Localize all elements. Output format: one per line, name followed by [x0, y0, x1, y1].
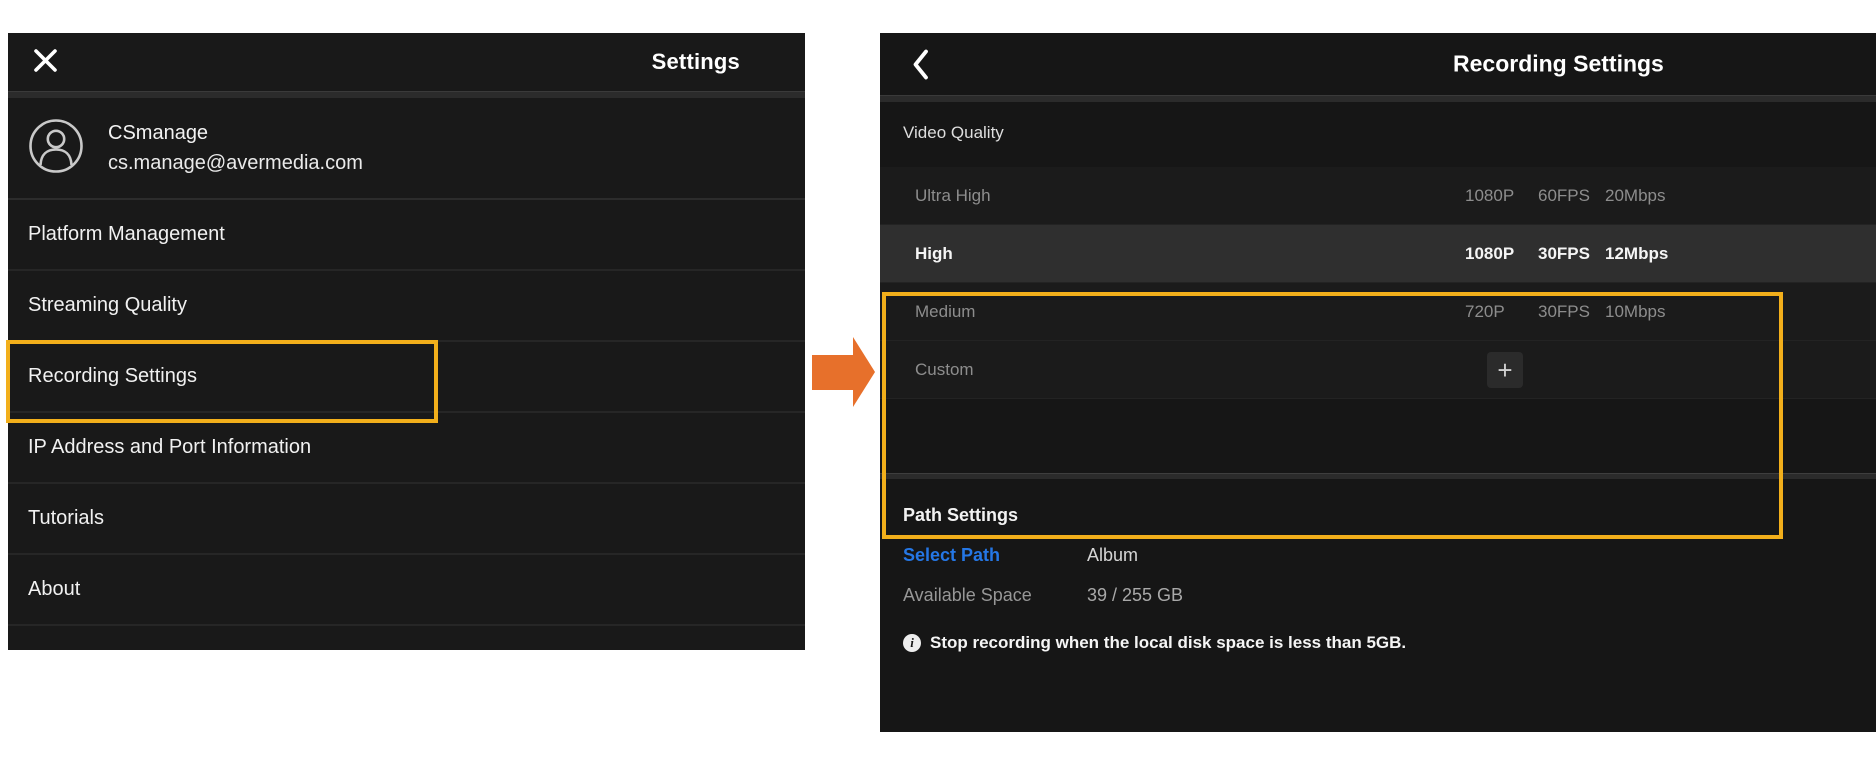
quality-label: Custom: [880, 360, 974, 380]
settings-panel: Settings CSmanage cs.manage@avermedia.co…: [8, 33, 805, 650]
page: Settings CSmanage cs.manage@avermedia.co…: [0, 0, 1876, 765]
profile-text: CSmanage cs.manage@avermedia.com: [108, 122, 363, 175]
divider: [880, 473, 1876, 479]
quality-resolution: 1080P: [1465, 186, 1538, 206]
available-space-value: 39 / 255 GB: [1087, 585, 1183, 606]
path-settings-section: Path Settings Select Path Album Availabl…: [880, 505, 1876, 653]
menu-item-label: Tutorials: [28, 507, 104, 530]
quality-row-ultra-high[interactable]: Ultra High 1080P 60FPS 20Mbps: [880, 167, 1876, 225]
close-button[interactable]: [32, 47, 59, 77]
settings-header: Settings: [8, 33, 805, 91]
add-custom-quality-button[interactable]: +: [1487, 352, 1523, 388]
settings-menu: Platform Management Streaming Quality Re…: [8, 200, 805, 626]
disk-space-note: i Stop recording when the local disk spa…: [903, 633, 1876, 653]
arrow-right-icon: [812, 337, 875, 408]
recording-settings-title: Recording Settings: [1453, 51, 1664, 78]
menu-item-platform-management[interactable]: Platform Management: [8, 200, 805, 271]
menu-item-label: About: [28, 578, 80, 601]
recording-settings-header: Recording Settings: [880, 33, 1876, 95]
arrow-head: [853, 337, 875, 407]
menu-item-about[interactable]: About: [8, 555, 805, 626]
quality-label: Ultra High: [880, 186, 991, 206]
quality-values: 720P 30FPS 10Mbps: [1465, 302, 1695, 322]
divider: [880, 95, 1876, 102]
profile-email: cs.manage@avermedia.com: [108, 152, 363, 175]
quality-row-high[interactable]: High 1080P 30FPS 12Mbps: [880, 225, 1876, 283]
quality-fps: 30FPS: [1538, 244, 1605, 264]
selected-path-value: Album: [1087, 545, 1138, 566]
video-quality-label: Video Quality: [903, 123, 1876, 145]
quality-fps: 30FPS: [1538, 302, 1605, 322]
menu-item-label: IP Address and Port Information: [28, 436, 311, 459]
select-path-link[interactable]: Select Path: [903, 545, 1087, 566]
quality-label: High: [880, 244, 953, 264]
quality-resolution: 720P: [1465, 302, 1538, 322]
quality-bitrate: 12Mbps: [1605, 244, 1695, 264]
menu-item-label: Platform Management: [28, 223, 225, 246]
menu-item-label: Streaming Quality: [28, 294, 187, 317]
arrow-body: [812, 355, 854, 390]
quality-label: Medium: [880, 302, 975, 322]
profile-name: CSmanage: [108, 122, 363, 145]
quality-row-custom[interactable]: Custom +: [880, 341, 1876, 399]
available-space-row: Available Space 39 / 255 GB: [903, 585, 1876, 606]
back-button[interactable]: [912, 48, 929, 84]
quality-fps: 60FPS: [1538, 186, 1605, 206]
disk-space-note-text: Stop recording when the local disk space…: [930, 633, 1406, 653]
quality-values: 1080P 30FPS 12Mbps: [1465, 244, 1695, 264]
quality-values: 1080P 60FPS 20Mbps: [1465, 186, 1695, 206]
menu-item-label: Recording Settings: [28, 365, 197, 388]
path-settings-heading: Path Settings: [903, 505, 1876, 526]
divider: [8, 91, 805, 98]
menu-item-ip-address-port[interactable]: IP Address and Port Information: [8, 413, 805, 484]
quality-row-medium[interactable]: Medium 720P 30FPS 10Mbps: [880, 283, 1876, 341]
info-icon: i: [903, 634, 921, 652]
menu-item-recording-settings[interactable]: Recording Settings: [8, 342, 805, 413]
select-path-row: Select Path Album: [903, 545, 1876, 566]
quality-bitrate: 20Mbps: [1605, 186, 1695, 206]
settings-title: Settings: [652, 49, 740, 75]
video-quality-list: Ultra High 1080P 60FPS 20Mbps High 1080P…: [880, 167, 1876, 399]
plus-icon: +: [1497, 355, 1512, 385]
close-icon: [32, 47, 59, 77]
menu-item-streaming-quality[interactable]: Streaming Quality: [8, 271, 805, 342]
quality-bitrate: 10Mbps: [1605, 302, 1695, 322]
chevron-left-icon: [912, 48, 929, 84]
recording-settings-panel: Recording Settings Video Quality Ultra H…: [880, 33, 1876, 732]
avatar-icon: [28, 118, 84, 179]
menu-item-tutorials[interactable]: Tutorials: [8, 484, 805, 555]
quality-resolution: 1080P: [1465, 244, 1538, 264]
available-space-label: Available Space: [903, 585, 1087, 606]
profile-row[interactable]: CSmanage cs.manage@avermedia.com: [8, 98, 805, 198]
